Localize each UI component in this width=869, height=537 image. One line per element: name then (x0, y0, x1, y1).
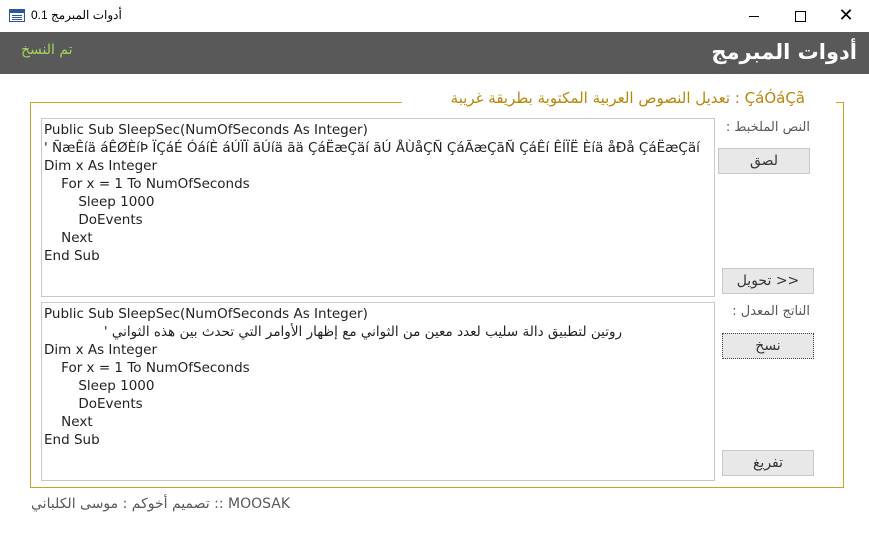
output-line: روتين لتطبيق دالة سليب لعدد معين من الثو… (103, 324, 622, 340)
input-line: DoEvents (44, 212, 143, 228)
output-line: End Sub (44, 432, 100, 448)
window-titlebar[interactable]: أدوات المبرمج 0.1 ✕ (0, 0, 869, 32)
clear-button[interactable]: تفريغ (722, 450, 814, 476)
convert-button[interactable]: تحويل >> (722, 268, 814, 294)
input-line: Sleep 1000 (44, 194, 155, 210)
minimize-icon (749, 15, 759, 17)
output-line: Sleep 1000 (44, 378, 155, 394)
status-text: تم النسخ (21, 42, 73, 58)
input-line: Next (44, 230, 93, 246)
close-button[interactable]: ✕ (823, 0, 869, 32)
maximize-icon (794, 10, 806, 22)
input-textbox[interactable]: Public Sub SleepSec(NumOfSeconds As Inte… (41, 118, 715, 297)
window-title: أدوات المبرمج 0.1 (31, 8, 122, 22)
output-label: الناتج المعدل : (732, 304, 810, 319)
output-line: Public Sub SleepSec(NumOfSeconds As Inte… (44, 306, 368, 322)
close-icon: ✕ (838, 5, 854, 26)
input-label: النص الملخبط : (725, 120, 810, 135)
output-textbox[interactable]: Public Sub SleepSec(NumOfSeconds As Inte… (41, 302, 715, 481)
input-line: End Sub (44, 248, 100, 264)
minimize-button[interactable] (731, 0, 777, 32)
input-line: For x = 1 To NumOfSeconds (44, 176, 250, 192)
output-line: DoEvents (44, 396, 143, 412)
app-form-icon (9, 9, 25, 22)
copy-button[interactable]: نسخ (722, 333, 814, 359)
app-header: تم النسخ أدوات المبرمج (0, 32, 869, 74)
input-line: ' ÑæÊíä áÊØÈíÞ ÏÇáÉ ÓáíÈ áÚÏÏ ãÚíä ãä Çá… (44, 140, 700, 156)
input-line: Public Sub SleepSec(NumOfSeconds As Inte… (44, 122, 368, 138)
page-title: أدوات المبرمج (711, 40, 857, 64)
group-legend: تعديل النصوص العربية المكتوبة بطريقة غري… (446, 89, 809, 107)
paste-button[interactable]: لصق (718, 148, 810, 174)
input-line: Dim x As Integer (44, 158, 157, 174)
footer-credit: تصميم أخوكم : موسى الكلباني :: MOOSAK (31, 496, 291, 512)
output-line: Next (44, 414, 93, 430)
maximize-button[interactable] (777, 0, 823, 32)
output-line: Dim x As Integer (44, 342, 157, 358)
output-line: For x = 1 To NumOfSeconds (44, 360, 250, 376)
